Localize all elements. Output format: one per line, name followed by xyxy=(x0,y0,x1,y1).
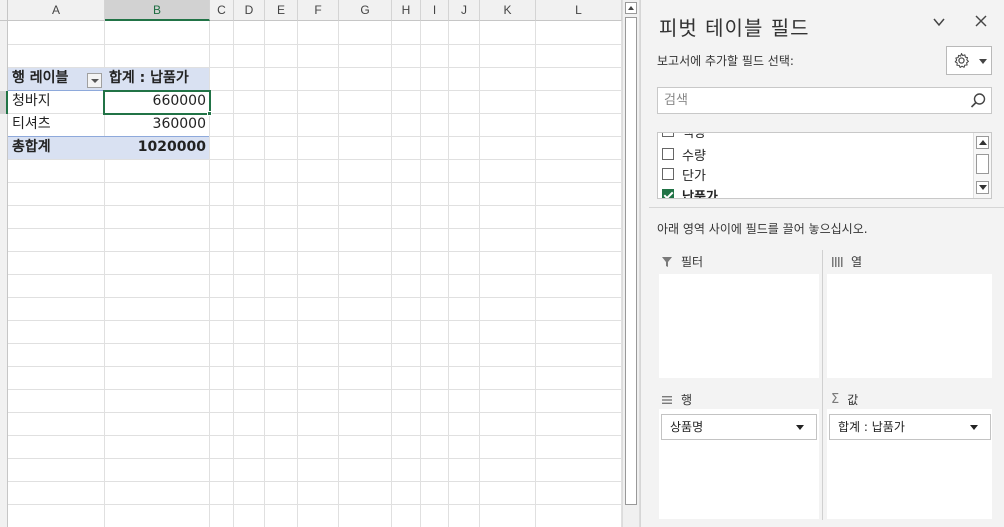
values-chip-label: 합계 : 납품가 xyxy=(838,420,905,434)
field-checkbox[interactable] xyxy=(662,133,674,137)
pivot-row-value[interactable]: 360000 xyxy=(105,113,209,135)
row-filter-dropdown[interactable] xyxy=(87,73,102,88)
columns-area-label: 열 xyxy=(851,255,863,269)
grid-line xyxy=(8,205,622,206)
columns-area-header: 열 xyxy=(831,253,862,270)
values-drop-zone[interactable]: 합계 : 납품가 xyxy=(827,409,992,519)
values-field-chip[interactable]: 합계 : 납품가 xyxy=(829,414,991,440)
pivot-grand-total-value[interactable]: 1020000 xyxy=(105,136,209,158)
columns-drop-zone[interactable] xyxy=(827,274,992,378)
field-item[interactable]: 색상 xyxy=(662,132,706,141)
grid-line xyxy=(8,274,622,275)
chevron-down-icon xyxy=(979,59,987,64)
rows-chip-label: 상품명 xyxy=(670,420,704,434)
rows-icon xyxy=(662,395,672,404)
pane-divider xyxy=(649,207,1004,208)
filter-icon xyxy=(662,256,672,267)
field-label: 색상 xyxy=(682,132,706,141)
grid-line xyxy=(8,228,622,229)
pivot-row-label[interactable]: 청바지 xyxy=(8,90,104,112)
drag-hint: 아래 영역 사이에 필드를 끌어 놓으십시오. xyxy=(657,222,868,236)
grid-line xyxy=(8,44,622,45)
grid-line xyxy=(8,182,622,183)
worksheet[interactable]: A B C D E F G H I J K L 행 레이블 합계 : 납품가 청… xyxy=(0,0,622,527)
pane-title: 피벗 테이블 필드 xyxy=(659,16,810,40)
grid-line xyxy=(8,389,622,390)
column-header-e[interactable]: E xyxy=(265,0,298,21)
field-search-box[interactable] xyxy=(657,87,992,114)
sigma-icon: Σ xyxy=(831,392,840,407)
column-header-k[interactable]: K xyxy=(480,0,536,21)
scroll-up-icon[interactable] xyxy=(976,136,989,149)
grid-line xyxy=(8,504,622,505)
pane-options-chevron-icon[interactable] xyxy=(931,14,947,34)
rows-drop-zone[interactable]: 상품명 xyxy=(659,409,819,519)
grid-line xyxy=(8,481,622,482)
gear-icon xyxy=(954,53,969,68)
field-label: 수량 xyxy=(682,148,706,164)
pivot-grand-total-label[interactable]: 총합계 xyxy=(8,136,104,158)
sheet-vertical-scrollbar[interactable] xyxy=(622,0,640,527)
pivot-field-pane: 피벗 테이블 필드 보고서에 추가할 필드 선택: 색상 수량 단가 xyxy=(640,0,1004,527)
scroll-thumb[interactable] xyxy=(625,17,637,505)
grid-line xyxy=(8,297,622,298)
pivot-row-label-header[interactable]: 행 레이블 xyxy=(8,67,88,89)
row-header-selected[interactable] xyxy=(0,91,8,114)
grid-line xyxy=(8,159,622,160)
column-header-g[interactable]: G xyxy=(339,0,392,21)
grid-line xyxy=(8,435,622,436)
column-header-f[interactable]: F xyxy=(298,0,339,21)
grid-line xyxy=(8,366,622,367)
field-label: 납품가 xyxy=(682,189,718,199)
values-area-header: Σ 값 xyxy=(831,391,858,408)
values-area-label: 값 xyxy=(847,393,859,407)
field-checkbox-checked[interactable] xyxy=(662,189,674,198)
column-header-d[interactable]: D xyxy=(234,0,265,21)
field-label: 단가 xyxy=(682,168,706,184)
scroll-thumb[interactable] xyxy=(976,154,989,174)
scroll-up-icon[interactable] xyxy=(625,2,637,14)
search-icon[interactable] xyxy=(969,92,987,110)
area-divider xyxy=(822,250,823,520)
filter-area-header: 필터 xyxy=(661,253,703,270)
column-header-b[interactable]: B xyxy=(105,0,210,21)
grid-line xyxy=(8,251,622,252)
active-cell-border xyxy=(103,90,211,115)
pivot-row-label[interactable]: 티셔츠 xyxy=(8,113,104,135)
chevron-down-icon[interactable] xyxy=(796,425,804,430)
column-header-a[interactable]: A xyxy=(8,0,105,21)
column-header-l[interactable]: L xyxy=(536,0,622,21)
field-item[interactable]: 수량 xyxy=(662,144,706,164)
pane-subtitle: 보고서에 추가할 필드 선택: xyxy=(657,54,794,68)
column-header-i[interactable]: I xyxy=(421,0,449,21)
field-list-scrollbar[interactable] xyxy=(973,133,991,198)
grid-line xyxy=(8,320,622,321)
columns-icon xyxy=(832,256,843,267)
filter-drop-zone[interactable] xyxy=(659,274,819,378)
field-search-input[interactable] xyxy=(658,88,958,113)
pivot-value-header[interactable]: 합계 : 납품가 xyxy=(105,67,209,89)
field-checkbox[interactable] xyxy=(662,168,674,180)
column-header-c[interactable]: C xyxy=(210,0,234,21)
select-all-corner[interactable] xyxy=(0,0,8,21)
rows-area-label: 행 xyxy=(681,393,693,407)
filter-area-label: 필터 xyxy=(681,255,704,269)
fill-handle[interactable] xyxy=(207,111,212,116)
layout-settings-button[interactable] xyxy=(946,46,992,75)
field-item[interactable]: 납품가 xyxy=(662,185,718,199)
grid-line xyxy=(8,412,622,413)
close-icon[interactable] xyxy=(974,14,988,32)
rows-field-chip[interactable]: 상품명 xyxy=(661,414,817,440)
grid-line xyxy=(8,458,622,459)
field-item[interactable]: 단가 xyxy=(662,164,706,184)
chevron-down-icon[interactable] xyxy=(970,425,978,430)
column-header-j[interactable]: J xyxy=(449,0,480,21)
column-header-h[interactable]: H xyxy=(392,0,421,21)
field-checkbox[interactable] xyxy=(662,148,674,160)
grid-line xyxy=(8,343,622,344)
scroll-down-icon[interactable] xyxy=(976,181,989,194)
rows-area-header: 행 xyxy=(661,391,692,408)
field-list[interactable]: 색상 수량 단가 납품가 xyxy=(657,132,992,199)
